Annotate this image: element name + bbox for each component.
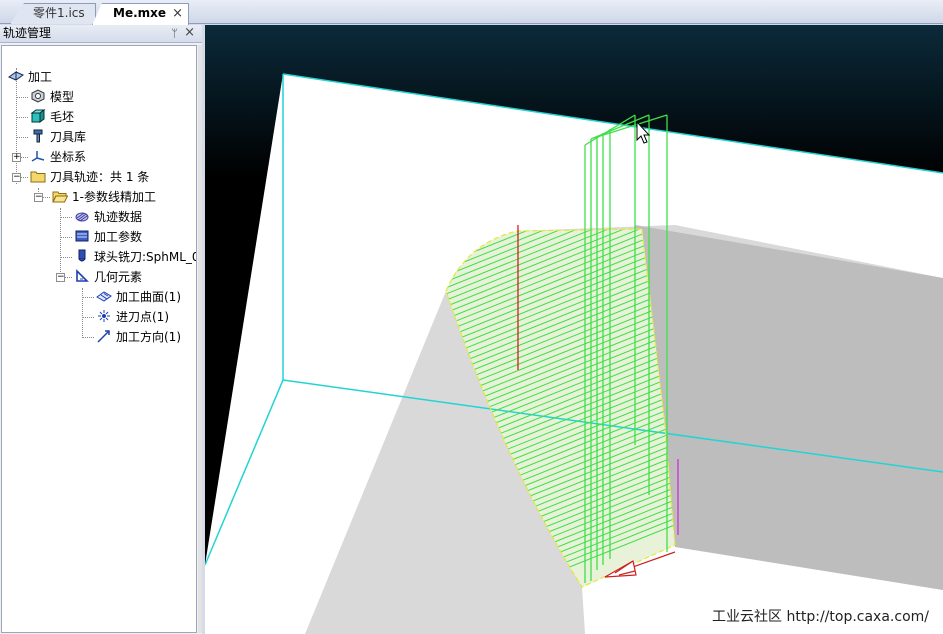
tree-connector bbox=[20, 157, 28, 158]
toolpath-tree: + − − − 加工 模型 毛坯 刀具库 坐标系 刀具轨迹：共 1 条 1-参数… bbox=[1, 45, 197, 633]
tree-node-entry-point[interactable]: 进刀点(1) bbox=[96, 308, 169, 326]
tree-node-label: 毛坯 bbox=[50, 110, 75, 124]
panel-splitter[interactable] bbox=[198, 45, 202, 633]
tree-node-surface[interactable]: 加工曲面(1) bbox=[96, 288, 181, 306]
toolpath-manager-panel: 轨迹管理 ᛘ × + − − − 加工 模型 毛坯 刀具库 坐标系 刀具轨迹：共… bbox=[0, 25, 202, 634]
tool-library-icon bbox=[33, 129, 43, 143]
parameters-icon bbox=[75, 230, 89, 242]
pocket-wall-face bbox=[635, 225, 943, 590]
tree-node-toolpath-data[interactable]: 轨迹数据 bbox=[74, 208, 142, 226]
tree-connector bbox=[16, 97, 28, 98]
geometry-icon bbox=[76, 269, 89, 282]
tree-node-stock[interactable]: 毛坯 bbox=[30, 108, 74, 126]
tree-node-label: 进刀点(1) bbox=[116, 310, 169, 324]
tree-connector bbox=[82, 337, 94, 338]
tree-expander[interactable]: + bbox=[12, 153, 21, 162]
tree-node-label: 球头铣刀:SphML_0 bbox=[94, 250, 197, 264]
tree-connector bbox=[82, 288, 83, 338]
tree-node-label: 刀具库 bbox=[50, 130, 87, 144]
tree-connector bbox=[60, 217, 72, 218]
tree-node-param-line-finishing[interactable]: 1-参数线精加工 bbox=[52, 188, 156, 206]
tree-connector bbox=[64, 277, 72, 278]
stock-icon bbox=[30, 109, 46, 123]
entry-point-icon bbox=[98, 310, 110, 322]
tab-part-label: 零件1.ics bbox=[33, 6, 85, 20]
folder-icon bbox=[30, 171, 46, 183]
machining-icon bbox=[8, 71, 24, 81]
tree-node-ball-end-mill[interactable]: 球头铣刀:SphML_0 bbox=[74, 248, 197, 266]
toolpath-data-icon bbox=[75, 212, 89, 222]
tree-connector bbox=[42, 197, 50, 198]
folder-open-icon bbox=[52, 191, 68, 203]
tab-close-icon[interactable]: × bbox=[172, 4, 183, 23]
tree-node-label: 加工方向(1) bbox=[116, 330, 181, 344]
coordinate-system-icon bbox=[31, 151, 45, 162]
pin-icon[interactable]: ᛘ bbox=[171, 25, 178, 42]
tree-node-label: 刀具轨迹：共 1 条 bbox=[50, 170, 150, 184]
tree-node-label: 加工参数 bbox=[94, 230, 143, 244]
tree-connector bbox=[20, 177, 28, 178]
tree-node-tool-library[interactable]: 刀具库 bbox=[30, 128, 86, 146]
tree-node-model[interactable]: 模型 bbox=[30, 88, 74, 106]
tree-node-machining[interactable]: 加工 bbox=[8, 68, 52, 86]
tree-node-label: 坐标系 bbox=[50, 150, 87, 164]
tree-node-label: 轨迹数据 bbox=[94, 210, 143, 224]
tree-node-label: 1-参数线精加工 bbox=[72, 190, 156, 204]
tree-node-label: 模型 bbox=[50, 90, 75, 104]
tree-expander[interactable]: − bbox=[34, 193, 43, 202]
direction-icon bbox=[97, 330, 110, 343]
tree-node-machining-params[interactable]: 加工参数 bbox=[74, 228, 142, 246]
3d-viewport[interactable]: 工业云社区 http://top.caxa.com/ bbox=[205, 25, 943, 634]
model-icon bbox=[31, 89, 45, 103]
panel-title: 轨迹管理 bbox=[3, 26, 52, 40]
tab-part-file[interactable]: 零件1.ics bbox=[10, 3, 96, 24]
tree-node-label: 加工 bbox=[28, 70, 53, 84]
watermark-text: 工业云社区 http://top.caxa.com/ bbox=[712, 609, 929, 625]
ball-end-mill-icon bbox=[78, 249, 86, 262]
tree-connector bbox=[82, 297, 94, 298]
tree-node-coordinate-system[interactable]: 坐标系 bbox=[30, 148, 86, 166]
tree-node-label: 加工曲面(1) bbox=[116, 290, 181, 304]
tree-connector bbox=[82, 317, 94, 318]
tree-node-label: 几何元素 bbox=[94, 270, 143, 284]
tree-connector bbox=[16, 137, 28, 138]
tree-expander[interactable]: − bbox=[12, 173, 21, 182]
tree-connector bbox=[60, 237, 72, 238]
model-scene bbox=[205, 25, 943, 634]
tree-node-toolpaths[interactable]: 刀具轨迹：共 1 条 bbox=[30, 168, 149, 186]
tree-node-geometry[interactable]: 几何元素 bbox=[74, 268, 142, 286]
tab-me-label: Me.mxe bbox=[113, 6, 167, 20]
tree-node-machining-direction[interactable]: 加工方向(1) bbox=[96, 328, 181, 346]
tree-connector bbox=[60, 208, 61, 278]
surface-icon bbox=[96, 291, 112, 302]
tree-connector bbox=[16, 117, 28, 118]
panel-header: 轨迹管理 ᛘ × bbox=[0, 25, 202, 43]
document-tab-bar: 零件1.ics Me.mxe × bbox=[0, 0, 943, 25]
tree-expander[interactable]: − bbox=[56, 273, 65, 282]
panel-close-icon[interactable]: × bbox=[184, 24, 195, 41]
tree-connector bbox=[60, 257, 72, 258]
tab-me-file[interactable]: Me.mxe × bbox=[92, 3, 189, 25]
